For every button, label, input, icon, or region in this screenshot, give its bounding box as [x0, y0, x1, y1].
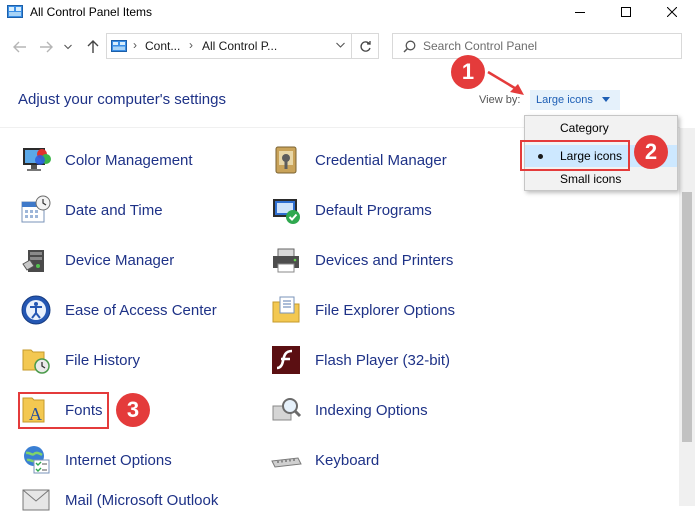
item-label: Device Manager: [65, 251, 175, 269]
minimize-icon: [575, 12, 585, 13]
refresh-button[interactable]: [351, 33, 379, 59]
item-label: Color Management: [65, 151, 193, 169]
search-box[interactable]: [392, 33, 682, 59]
item-device-manager[interactable]: Device Manager: [20, 244, 174, 276]
item-internet-options[interactable]: Internet Options: [20, 444, 172, 476]
maximize-button[interactable]: [603, 0, 649, 24]
navigation-bar: › Cont... › All Control P...: [0, 30, 695, 64]
refresh-icon: [359, 40, 371, 52]
item-label: Date and Time: [65, 201, 163, 219]
file-history-icon: [22, 349, 50, 374]
highlight-fonts: [18, 392, 109, 429]
step-badge-1: 1: [451, 55, 485, 89]
item-color-management[interactable]: Color Management: [20, 144, 193, 176]
close-button[interactable]: [649, 0, 695, 24]
item-date-and-time[interactable]: Date and Time: [20, 194, 163, 226]
device-manager-icon: [22, 250, 44, 272]
chevron-down-icon[interactable]: [336, 42, 345, 48]
step-badge-2: 2: [634, 135, 668, 169]
item-file-explorer-options[interactable]: File Explorer Options: [270, 294, 455, 326]
item-label: Indexing Options: [315, 401, 428, 419]
item-label: Devices and Printers: [315, 251, 454, 269]
item-indexing-options[interactable]: Indexing Options: [270, 394, 428, 426]
breadcrumb-all-items[interactable]: All Control P...: [202, 39, 277, 53]
view-by-value: Large icons: [536, 94, 593, 106]
control-panel-icon: [7, 5, 23, 18]
flash-player-icon: [272, 346, 300, 374]
chevron-right-icon: ›: [133, 38, 137, 52]
page-title: Adjust your computer's settings: [18, 91, 226, 108]
maximize-icon: [621, 7, 631, 17]
ease-of-access-icon: [21, 295, 51, 325]
menu-item-small-icons[interactable]: Small icons: [525, 168, 677, 190]
address-bar[interactable]: › Cont... › All Control P...: [106, 33, 352, 59]
forward-arrow-icon: [40, 41, 53, 53]
item-mail[interactable]: Mail (Microsoft Outlook: [20, 484, 218, 516]
item-credential-manager[interactable]: Credential Manager: [270, 144, 447, 176]
window-title: All Control Panel Items: [30, 5, 153, 19]
item-label: Credential Manager: [315, 151, 447, 169]
highlight-large-icons: [520, 140, 630, 171]
item-label: Default Programs: [315, 201, 432, 219]
item-default-programs[interactable]: Default Programs: [270, 194, 432, 226]
title-bar: All Control Panel Items: [0, 0, 695, 24]
file-explorer-options-icon: [272, 296, 300, 323]
chevron-right-icon: ›: [189, 38, 193, 52]
recent-locations-button[interactable]: [57, 36, 79, 58]
mail-icon: [22, 489, 50, 511]
item-flash-player[interactable]: Flash Player (32-bit): [270, 344, 450, 376]
chevron-down-icon: [64, 44, 72, 50]
item-keyboard[interactable]: Keyboard: [270, 444, 379, 476]
control-panel-icon: [111, 40, 127, 52]
item-label: File History: [65, 351, 141, 369]
view-by-dropdown[interactable]: Large icons: [530, 90, 620, 110]
item-devices-and-printers[interactable]: Devices and Printers: [270, 244, 453, 276]
item-label: Flash Player (32-bit): [315, 351, 451, 369]
vertical-scrollbar[interactable]: [679, 128, 695, 506]
keyboard-icon: [271, 457, 302, 468]
search-icon: [403, 40, 416, 53]
up-button[interactable]: [82, 36, 104, 58]
item-label: File Explorer Options: [315, 301, 456, 319]
up-arrow-icon: [87, 40, 99, 53]
step-badge-3: 3: [116, 393, 150, 427]
indexing-options-icon: [272, 398, 302, 421]
item-label: Ease of Access Center: [65, 301, 217, 319]
item-ease-of-access-center[interactable]: Ease of Access Center: [20, 294, 217, 326]
item-label: Internet Options: [65, 451, 172, 469]
minimize-button[interactable]: [557, 0, 603, 24]
devices-printers-icon: [273, 248, 299, 273]
color-management-icon: [23, 148, 51, 171]
search-input[interactable]: [423, 37, 673, 55]
breadcrumb-control-panel[interactable]: Cont...: [145, 39, 180, 53]
internet-options-icon: [24, 446, 50, 474]
annotation-arrow: [487, 70, 524, 95]
back-arrow-icon: [13, 41, 26, 53]
item-label: Keyboard: [315, 451, 380, 469]
forward-button[interactable]: [35, 36, 57, 58]
item-file-history[interactable]: File History: [20, 344, 140, 376]
default-programs-icon: [273, 199, 300, 224]
date-time-icon: [21, 195, 51, 223]
scrollbar-thumb[interactable]: [682, 192, 692, 442]
back-button[interactable]: [9, 36, 31, 58]
close-icon: [667, 7, 677, 17]
credential-manager-icon: [275, 146, 297, 174]
dropdown-arrow-icon: [602, 97, 610, 102]
